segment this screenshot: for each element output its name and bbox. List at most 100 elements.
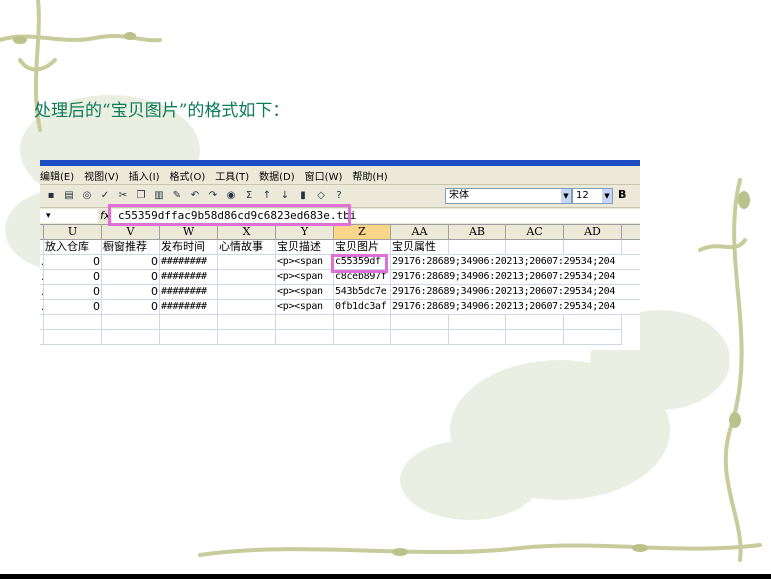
cell-header-AC[interactable] bbox=[506, 240, 564, 255]
redo-icon[interactable]: ↷ bbox=[206, 189, 220, 203]
chevron-down-icon[interactable]: ▼ bbox=[602, 189, 612, 203]
cell[interactable] bbox=[160, 330, 218, 345]
column-header-U[interactable]: U bbox=[44, 225, 102, 240]
cell-header-Y[interactable]: 宝贝描述 bbox=[276, 240, 334, 255]
cell[interactable] bbox=[334, 315, 391, 330]
cell[interactable] bbox=[276, 315, 334, 330]
column-header-AA[interactable]: AA bbox=[391, 225, 449, 240]
cell-V[interactable]: 0 bbox=[102, 255, 160, 270]
cell-V[interactable]: 0 bbox=[102, 285, 160, 300]
cell-W[interactable]: ######## bbox=[160, 270, 218, 285]
column-header-Z[interactable]: Z bbox=[334, 225, 391, 240]
help-icon[interactable]: ? bbox=[332, 189, 346, 203]
cell[interactable] bbox=[506, 315, 564, 330]
menu-format[interactable]: 格式(O) bbox=[170, 168, 206, 183]
autosum-icon[interactable]: Σ bbox=[242, 189, 256, 203]
cell[interactable] bbox=[564, 330, 622, 345]
cell-W[interactable]: ######## bbox=[160, 285, 218, 300]
cell-AA[interactable]: 29176:28689;34906:20213;20607:29534;204 bbox=[391, 270, 640, 285]
menu-window[interactable]: 窗口(W) bbox=[305, 168, 343, 183]
cell-X[interactable] bbox=[218, 255, 276, 270]
column-header-X[interactable]: X bbox=[218, 225, 276, 240]
font-size-select[interactable]: 12 ▼ bbox=[572, 188, 613, 204]
cell-AA[interactable]: 29176:28689;34906:20213;20607:29534;204 bbox=[391, 300, 640, 315]
name-box[interactable]: ▾ bbox=[40, 209, 98, 223]
column-header-V[interactable]: V bbox=[102, 225, 160, 240]
paste-icon[interactable]: ▥ bbox=[152, 189, 166, 203]
cell-U[interactable]: 0 bbox=[44, 255, 102, 270]
menu-help[interactable]: 帮助(H) bbox=[352, 168, 387, 183]
name-box-dropdown-icon[interactable]: ▾ bbox=[46, 211, 51, 221]
cell[interactable] bbox=[218, 315, 276, 330]
cell-header-X[interactable]: 心情故事 bbox=[218, 240, 276, 255]
cell-header-W[interactable]: 发布时间 bbox=[160, 240, 218, 255]
column-header-AB[interactable]: AB bbox=[449, 225, 506, 240]
cell[interactable] bbox=[44, 330, 102, 345]
cell[interactable] bbox=[44, 315, 102, 330]
sort-ascending-icon[interactable]: ↑ bbox=[260, 189, 274, 203]
cell[interactable] bbox=[102, 315, 160, 330]
cell[interactable] bbox=[449, 330, 506, 345]
cell-W[interactable]: ######## bbox=[160, 255, 218, 270]
font-name-select[interactable]: 宋体 ▼ bbox=[445, 188, 572, 204]
menu-tools[interactable]: 工具(T) bbox=[215, 168, 249, 183]
cell-AA[interactable]: 29176:28689;34906:20213;20607:29534;204 bbox=[391, 255, 640, 270]
cell-AA[interactable]: 29176:28689;34906:20213;20607:29534;204 bbox=[391, 285, 640, 300]
cell[interactable] bbox=[218, 330, 276, 345]
cell-header-Z[interactable]: 宝贝图片 bbox=[334, 240, 391, 255]
cell-Y[interactable]: <p><span bbox=[276, 270, 334, 285]
menu-view[interactable]: 视图(V) bbox=[84, 168, 119, 183]
cell-W[interactable]: ######## bbox=[160, 300, 218, 315]
cell-header-AB[interactable] bbox=[449, 240, 506, 255]
menu-edit[interactable]: 编辑(E) bbox=[40, 168, 74, 183]
cell[interactable] bbox=[622, 240, 640, 255]
column-header-AD[interactable]: AD bbox=[564, 225, 622, 240]
cell-Y[interactable]: <p><span bbox=[276, 285, 334, 300]
copy-icon[interactable]: ❐ bbox=[134, 189, 148, 203]
cell-U[interactable]: 0 bbox=[44, 300, 102, 315]
cell-Y[interactable]: <p><span bbox=[276, 255, 334, 270]
bold-button[interactable]: B bbox=[618, 188, 626, 201]
format-painter-icon[interactable]: ✎ bbox=[170, 189, 184, 203]
cell-U[interactable]: 0 bbox=[44, 270, 102, 285]
column-header-filler bbox=[622, 225, 640, 240]
cell[interactable] bbox=[391, 315, 449, 330]
menu-insert[interactable]: 插入(I) bbox=[129, 168, 160, 183]
cell-Y[interactable]: <p><span bbox=[276, 300, 334, 315]
undo-icon[interactable]: ↶ bbox=[188, 189, 202, 203]
cell-header-U[interactable]: 放入仓库 bbox=[44, 240, 102, 255]
cell-header-AD[interactable] bbox=[564, 240, 622, 255]
column-header-W[interactable]: W bbox=[160, 225, 218, 240]
cell-V[interactable]: 0 bbox=[102, 270, 160, 285]
cell-Z[interactable]: 543b5dc7e bbox=[334, 285, 391, 300]
cell[interactable] bbox=[334, 330, 391, 345]
cell[interactable] bbox=[276, 330, 334, 345]
cell[interactable] bbox=[391, 330, 449, 345]
cell[interactable] bbox=[506, 330, 564, 345]
sort-descending-icon[interactable]: ↓ bbox=[278, 189, 292, 203]
chevron-down-icon[interactable]: ▼ bbox=[561, 189, 571, 203]
cell-V[interactable]: 0 bbox=[102, 300, 160, 315]
cut-icon[interactable]: ✂ bbox=[116, 189, 130, 203]
menu-data[interactable]: 数据(D) bbox=[259, 168, 295, 183]
spellcheck-icon[interactable]: ✓ bbox=[98, 189, 112, 203]
cell-Z[interactable]: 0fb1dc3af bbox=[334, 300, 391, 315]
drawing-icon[interactable]: ◇ bbox=[314, 189, 328, 203]
column-header-AC[interactable]: AC bbox=[506, 225, 564, 240]
save-icon[interactable]: ▪ bbox=[44, 189, 58, 203]
cell[interactable] bbox=[564, 315, 622, 330]
print-preview-icon[interactable]: ◎ bbox=[80, 189, 94, 203]
cell-X[interactable] bbox=[218, 300, 276, 315]
cell-X[interactable] bbox=[218, 285, 276, 300]
cell[interactable] bbox=[102, 330, 160, 345]
cell-header-V[interactable]: 橱窗推荐 bbox=[102, 240, 160, 255]
hyperlink-icon[interactable]: ◉ bbox=[224, 189, 238, 203]
chart-wizard-icon[interactable]: ▮ bbox=[296, 189, 310, 203]
cell-X[interactable] bbox=[218, 270, 276, 285]
cell[interactable] bbox=[449, 315, 506, 330]
cell-header-AA[interactable]: 宝贝属性 bbox=[391, 240, 449, 255]
cell-U[interactable]: 0 bbox=[44, 285, 102, 300]
print-icon[interactable]: ▤ bbox=[62, 189, 76, 203]
column-header-Y[interactable]: Y bbox=[276, 225, 334, 240]
cell[interactable] bbox=[160, 315, 218, 330]
